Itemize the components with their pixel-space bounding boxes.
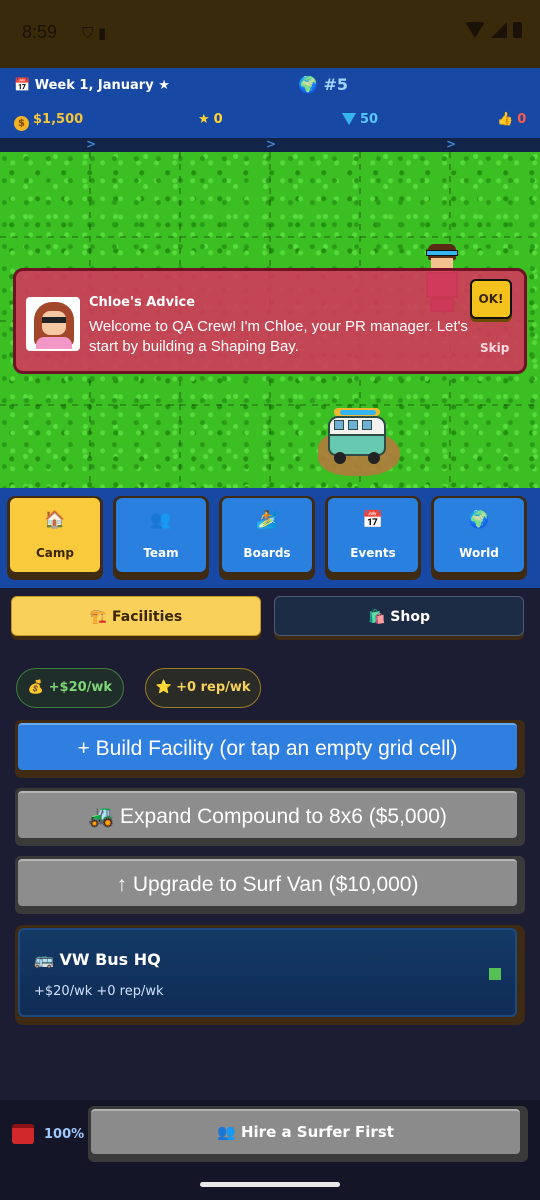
globe-icon: 🌍	[298, 75, 318, 94]
income-pill: 💰 +$20/wk	[16, 668, 124, 708]
tab-face: 🌍 World	[434, 498, 524, 572]
grid-line	[0, 236, 540, 238]
expand-compound-button[interactable]: 🚜 Expand Compound to 8x6 ($5,000)	[15, 788, 525, 846]
home-indicator[interactable]	[200, 1182, 340, 1187]
thumbs-up-icon: 👍	[497, 112, 514, 127]
tab-label: Camp	[36, 546, 74, 560]
tab-label: Events	[350, 546, 396, 560]
surfer-icon: 🏄	[256, 510, 278, 530]
tab-label: World	[459, 546, 499, 560]
money-stat: $ $1,500	[14, 112, 83, 131]
tab-label: Team	[143, 546, 179, 560]
tab-boards[interactable]: 🏄 Boards	[219, 496, 315, 580]
hire-surfer-label: 👥 Hire a Surfer First	[91, 1109, 520, 1154]
bus-wheel	[368, 452, 380, 464]
gem-icon	[342, 113, 356, 125]
week-text: Week 1, January ★	[34, 78, 170, 93]
avatar-shirt	[36, 337, 72, 349]
main-tab-bar: 🏠 Camp 👥 Team 🏄 Boards 📅 Events 🌍 World	[0, 488, 540, 588]
status-bar: 8:59 ⛉ ▮	[0, 0, 540, 68]
upgrade-van-button[interactable]: ↑ Upgrade to Surf Van ($10,000)	[15, 856, 525, 914]
money-value: $1,500	[33, 112, 84, 127]
facility-card[interactable]: 🚌 VW Bus HQ +$20/wk +0 rep/wk	[15, 925, 525, 1025]
team-icon: 👥	[150, 510, 172, 530]
tab-events[interactable]: 📅 Events	[325, 496, 421, 580]
globe-icon: 🌍	[468, 510, 490, 530]
tab-world[interactable]: 🌍 World	[431, 496, 527, 580]
resource-stats: $ $1,500 ★ 0 50 👍 0	[0, 108, 540, 134]
subtab-facilities[interactable]: 🏗️ Facilities	[11, 596, 261, 640]
expand-compound-label: 🚜 Expand Compound to 8x6 ($5,000)	[18, 791, 517, 838]
vw-bus-building[interactable]	[326, 408, 388, 464]
home-icon: 🏠	[44, 510, 66, 530]
tab-face: 📅 Events	[328, 498, 418, 572]
grid-top-strip: > > >	[0, 137, 540, 152]
surfboard-icon	[340, 410, 376, 415]
tab-team[interactable]: 👥 Team	[113, 496, 209, 580]
advice-popup: Chloe's Advice Welcome to QA Crew! I'm C…	[13, 268, 527, 374]
bottom-bar: 100% 👥 Hire a Surfer First	[0, 1100, 540, 1200]
header-row: 📅 Week 1, January ★ 🌍 #5	[0, 68, 540, 104]
tab-face: 🏄 Boards	[222, 498, 312, 572]
subtab-label: 🏗️ Facilities	[11, 596, 261, 636]
grid-line	[0, 404, 540, 406]
stars-value: 0	[213, 112, 223, 127]
upgrade-van-label: ↑ Upgrade to Surf Van ($10,000)	[18, 859, 517, 906]
chevron-right-icon: >	[446, 137, 457, 151]
calendar-icon: 📅	[362, 510, 384, 530]
chevron-right-icon: >	[266, 137, 277, 151]
rank-text: #5	[323, 75, 349, 94]
status-right-icons	[465, 22, 522, 38]
avatar-face	[42, 311, 66, 335]
gems-stat: 50	[342, 112, 378, 127]
sunglasses-icon	[42, 317, 66, 323]
subtab-label: 🛍️ Shop	[274, 596, 524, 636]
wifi-icon	[465, 22, 485, 38]
advice-message: Welcome to QA Crew! I'm Chloe, your PR m…	[89, 318, 468, 355]
advice-title: Chloe's Advice	[89, 295, 196, 310]
status-notification-icons: ⛉ ▮	[82, 24, 107, 42]
battery-icon	[513, 22, 522, 38]
chevron-right-icon: >	[86, 137, 97, 151]
signal-icon	[491, 22, 507, 38]
tab-face: 👥 Team	[116, 498, 206, 572]
status-time: 8:59	[22, 22, 58, 42]
skip-button[interactable]: Skip	[480, 341, 509, 355]
star-icon: ★	[198, 112, 210, 127]
build-facility-label: + Build Facility (or tap an empty grid c…	[18, 723, 517, 770]
bus-window	[334, 420, 344, 430]
chloe-avatar	[26, 297, 80, 351]
coin-icon: $	[14, 116, 29, 131]
bus-window	[362, 420, 372, 430]
sub-tab-bar: 🏗️ Facilities 🛍️ Shop	[0, 588, 540, 650]
bus-window	[348, 420, 358, 430]
subtab-shop[interactable]: 🛍️ Shop	[274, 596, 524, 640]
week-label: 📅 Week 1, January ★	[14, 78, 170, 93]
facility-card-face: 🚌 VW Bus HQ +$20/wk +0 rep/wk	[18, 928, 517, 1017]
bus-wheel	[334, 452, 346, 464]
tab-label: Boards	[243, 546, 291, 560]
build-facility-button[interactable]: + Build Facility (or tap an empty grid c…	[15, 720, 525, 778]
condition-percent: 100%	[44, 1127, 85, 1142]
likes-stat: 👍 0	[497, 112, 526, 127]
game-header: 📅 Week 1, January ★ 🌍 #5 $ $1,500 ★ 0 50 👍…	[0, 68, 540, 138]
facility-name: 🚌 VW Bus HQ	[34, 950, 161, 969]
likes-value: 0	[517, 112, 527, 127]
rank-label[interactable]: 🌍 #5	[298, 75, 348, 94]
facility-stats: +$20/wk +0 rep/wk	[34, 984, 164, 999]
tab-face: 🏠 Camp	[10, 498, 100, 572]
stars-stat: ★ 0	[198, 112, 223, 127]
hire-surfer-button[interactable]: 👥 Hire a Surfer First	[88, 1106, 528, 1162]
gems-value: 50	[360, 112, 379, 127]
rep-pill: ⭐ +0 rep/wk	[145, 668, 261, 708]
status-badge	[489, 968, 501, 980]
ok-button[interactable]: OK!	[470, 279, 512, 319]
tab-camp[interactable]: 🏠 Camp	[7, 496, 103, 580]
character-goggles	[426, 250, 458, 256]
toolbox-icon[interactable]	[12, 1124, 34, 1144]
